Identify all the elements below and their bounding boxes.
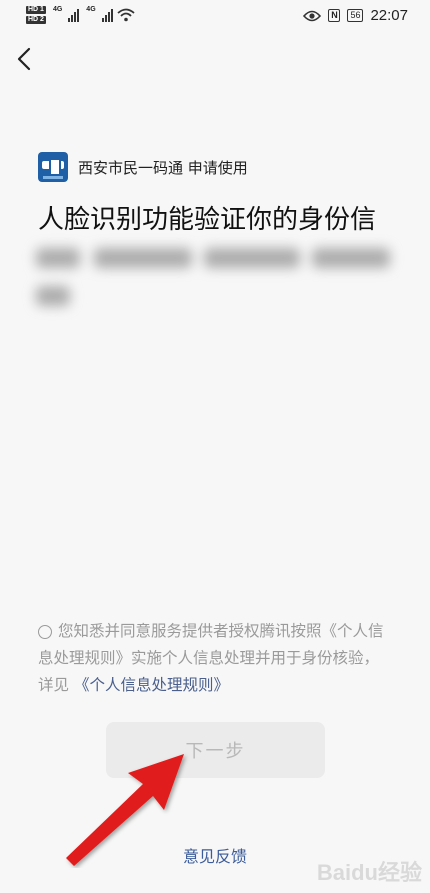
status-right: N 56 22:07 [303, 7, 408, 24]
eye-icon [303, 10, 322, 21]
next-step-button[interactable]: 下一步 [106, 722, 325, 778]
hd2-badge: HD 2 [26, 16, 46, 24]
status-left: HD 1 HD 2 4G 4G [26, 6, 135, 24]
back-button[interactable] [14, 44, 38, 74]
blurred-text [36, 242, 396, 312]
app-info: 西安市民一码通 申请使用 [38, 152, 248, 182]
consent-radio[interactable] [38, 625, 52, 639]
network-type-2: 4G [86, 6, 96, 13]
signal-icon-2 [101, 8, 113, 22]
page-title: 人脸识别功能验证你的身份信 [38, 205, 377, 235]
privacy-rules-link[interactable]: 《个人信息处理规则》 [74, 676, 229, 694]
signal-icon [68, 8, 80, 22]
battery-icon: 56 [347, 9, 364, 22]
nfc-icon: N [328, 9, 341, 22]
sim-indicators: HD 1 HD 2 [26, 6, 46, 24]
app-request-title: 西安市民一码通 申请使用 [78, 158, 248, 177]
wifi-icon [117, 8, 135, 22]
status-bar: HD 1 HD 2 4G 4G N 56 22:07 [0, 0, 430, 34]
chevron-left-icon [17, 47, 31, 71]
app-logo [38, 152, 68, 182]
consent-text: 您知悉并同意服务提供者授权腾讯按照《个人信息处理规则》实施个人信息处理并用于身份… [38, 618, 388, 699]
hd1-badge: HD 1 [26, 6, 46, 14]
network-type-1: 4G [52, 6, 63, 13]
clock: 22:07 [370, 7, 408, 24]
baidu-watermark: Baidu经验 [316, 860, 422, 885]
